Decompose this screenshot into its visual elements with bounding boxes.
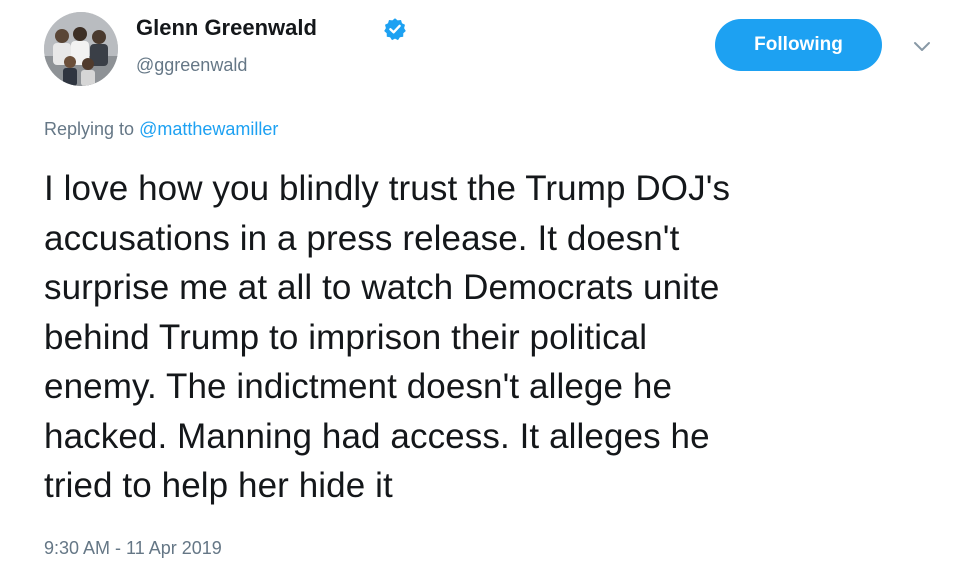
verified-badge-icon (384, 18, 406, 41)
tweet-text-line: behind Trump to imprison their political (44, 317, 648, 357)
tweet-text-line: accusations in a press release. It doesn… (44, 218, 680, 258)
following-button[interactable]: Following (715, 19, 882, 71)
tweet-text-line: hacked. Manning had access. It alleges h… (44, 416, 710, 456)
author-display-name[interactable]: Glenn Greenwald (136, 15, 317, 41)
tweet-text: I love how you blindly trust the Trump D… (44, 164, 944, 511)
avatar-photo-icon (44, 12, 118, 86)
author-handle[interactable]: @ggreenwald (136, 55, 247, 76)
avatar[interactable] (44, 12, 118, 86)
chevron-down-icon[interactable] (912, 40, 932, 54)
replying-to-label: Replying to (44, 119, 140, 139)
tweet-text-line: tried to help her hide it (44, 466, 393, 505)
tweet-timestamp[interactable]: 9:30 AM - 11 Apr 2019 (44, 538, 222, 559)
tweet-text-line: enemy. The indictment doesn't allege he (44, 367, 673, 406)
tweet-text-line: surprise me at all to watch Democrats un… (44, 268, 720, 307)
tweet-text-line: I love how you blindly trust the Trump D… (44, 169, 731, 208)
replying-to-line: Replying to @matthewamiller (44, 119, 278, 140)
tweet-card: Glenn Greenwald @ggreenwald Following Re… (0, 0, 980, 576)
reply-mention-link[interactable]: @matthewamiller (139, 119, 278, 139)
